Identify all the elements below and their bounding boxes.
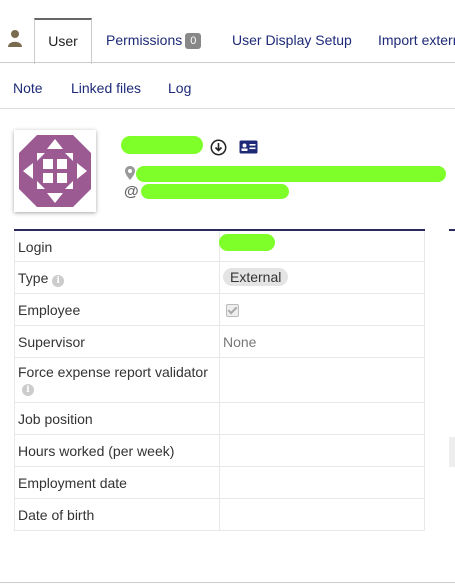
contact-card-icon[interactable] — [239, 140, 258, 154]
identicon-image — [19, 135, 91, 207]
user-icon — [8, 30, 22, 47]
table-row-login: Login — [14, 231, 425, 262]
supervisor-label: Supervisor — [18, 334, 85, 350]
download-vcard-icon[interactable] — [210, 139, 227, 156]
top-tab-bar: User Permissions 0 User Display Setup Imp… — [0, 0, 455, 64]
type-label: Type i — [18, 270, 65, 287]
table-row-job-position: Job position — [14, 403, 425, 435]
table-row-employment-date: Employment date — [14, 467, 425, 499]
employment-date-label: Employment date — [18, 475, 127, 491]
redacted-email — [141, 184, 289, 199]
table-row-supervisor: Supervisor None — [14, 326, 425, 358]
type-badge: External — [223, 268, 289, 286]
hours-worked-label: Hours worked (per week) — [18, 443, 175, 459]
subtab-linked-files[interactable]: Linked files — [71, 80, 141, 96]
info-icon[interactable]: i — [52, 275, 65, 287]
table-row-hours-worked: Hours worked (per week) — [14, 435, 425, 467]
footer-divider — [0, 582, 455, 583]
avatar[interactable] — [14, 130, 96, 212]
type-value: External — [223, 268, 289, 286]
tab-permissions[interactable]: Permissions 0 — [106, 19, 202, 61]
redacted-name — [121, 136, 203, 154]
subtab-note[interactable]: Note — [13, 80, 43, 96]
tab-user-display-setup[interactable]: User Display Setup — [232, 19, 352, 61]
table-row-expense-validator: Force expense report validator i — [14, 358, 425, 403]
email-at-icon: @ — [124, 183, 139, 200]
user-fields-table: Login Type i External Employee Superviso… — [14, 229, 425, 531]
tab-user[interactable]: User — [34, 18, 92, 64]
info-icon[interactable]: i — [22, 384, 34, 396]
tab-divider — [0, 62, 455, 63]
table-row-employee: Employee — [14, 294, 425, 326]
tab-import-external[interactable]: Import extern — [378, 19, 455, 61]
right-table-section — [449, 437, 455, 467]
table-row-date-of-birth: Date of birth — [14, 499, 425, 531]
right-table-header-rule — [449, 229, 455, 231]
job-position-label: Job position — [18, 411, 93, 427]
subtab-divider — [0, 108, 455, 109]
date-of-birth-label: Date of birth — [18, 507, 95, 523]
location-pin-icon — [125, 166, 135, 180]
tab-permissions-label: Permissions — [106, 32, 183, 48]
table-row-type: Type i External — [14, 262, 425, 294]
employee-checkbox[interactable] — [226, 304, 239, 320]
login-label: Login — [18, 239, 53, 255]
employee-label: Employee — [18, 302, 81, 318]
supervisor-value: None — [223, 334, 257, 350]
subtab-log[interactable]: Log — [168, 80, 191, 96]
redacted-address — [136, 166, 446, 182]
expense-validator-label: Force expense report validator — [18, 364, 208, 380]
redacted-login — [219, 234, 275, 251]
permissions-count-badge: 0 — [185, 33, 202, 49]
